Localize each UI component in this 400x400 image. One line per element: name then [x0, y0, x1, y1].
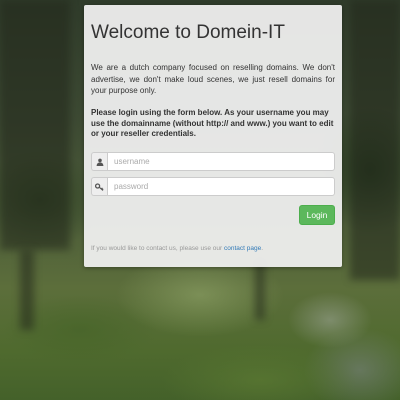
password-group: [91, 177, 335, 196]
intro-text: We are a dutch company focused on resell…: [91, 63, 335, 95]
page-title: Welcome to Domein-IT: [91, 22, 285, 43]
contact-text: If you would like to contact us, please …: [91, 245, 263, 252]
background-tree: [0, 0, 70, 250]
login-panel: Welcome to Domein-IT We are a dutch comp…: [84, 5, 342, 267]
password-input[interactable]: [107, 177, 335, 196]
username-input[interactable]: [107, 152, 335, 171]
contact-suffix: .: [261, 245, 264, 252]
username-group: [91, 152, 335, 171]
login-button[interactable]: Login: [299, 205, 335, 225]
contact-prefix: If you would like to contact us, please …: [91, 245, 223, 252]
contact-page-link[interactable]: contact page: [224, 245, 261, 252]
background-tree: [255, 260, 265, 320]
user-icon: [91, 152, 107, 171]
key-icon: [91, 177, 107, 196]
login-instructions: Please login using the form below. As yo…: [91, 108, 334, 138]
background-tree: [20, 250, 34, 330]
background-tree: [350, 0, 400, 280]
